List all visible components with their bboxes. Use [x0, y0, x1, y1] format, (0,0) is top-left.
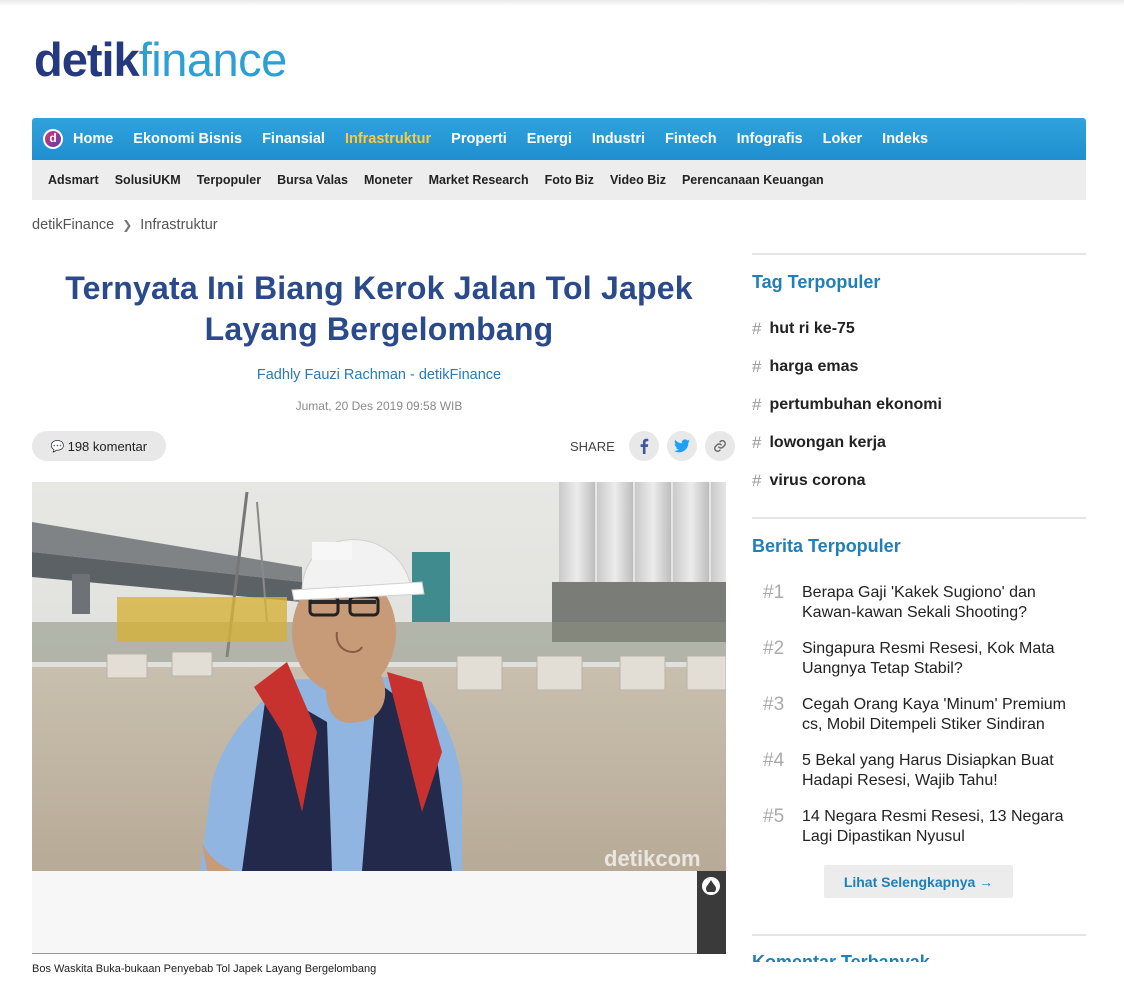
breadcrumb-item[interactable]: detikFinance: [32, 217, 114, 233]
subnav-item[interactable]: Terpopuler: [197, 173, 261, 187]
news-item[interactable]: #2 Singapura Resmi Resesi, Kok Mata Uangn…: [752, 639, 1086, 679]
nav-item-properti[interactable]: Properti: [451, 131, 507, 147]
article-author[interactable]: Fadhly Fauzi Rachman - detikFinance: [32, 367, 726, 383]
tag-list: # hut ri ke-75 # harga emas # pertumbuhan e…: [752, 310, 1086, 500]
tag-section-title: Tag Terpopuler: [752, 272, 881, 292]
subnav-item[interactable]: Video Biz: [610, 173, 666, 187]
comments-button[interactable]: 💬 198 komentar: [32, 431, 166, 461]
ad-badge[interactable]: [697, 871, 726, 954]
nav-item-indeks[interactable]: Indeks: [882, 131, 928, 147]
news-rank: #3: [763, 694, 785, 715]
subnav-item[interactable]: Perencanaan Keuangan: [682, 173, 824, 187]
comment-icon: 💬: [50, 440, 65, 453]
news-rank: #1: [763, 582, 785, 603]
nav-item-fintech[interactable]: Fintech: [665, 131, 717, 147]
tag-item[interactable]: # harga emas: [752, 348, 1086, 386]
chevron-right-icon: ❯: [122, 218, 133, 232]
nav-item-home[interactable]: Home: [73, 131, 113, 147]
logo-finance: finance: [138, 33, 288, 86]
main-nav: d Home Ekonomi Bisnis Finansial Infrastr…: [32, 118, 1086, 160]
nav-item-industri[interactable]: Industri: [592, 131, 645, 147]
tag-item[interactable]: # lowongan kerja: [752, 424, 1086, 462]
subnav-item[interactable]: Adsmart: [48, 173, 99, 187]
article-photo[interactable]: detikcom: [32, 482, 726, 871]
sidebar: Tag Terpopuler # hut ri ke-75 # harga emas…: [752, 253, 1086, 962]
share-label: SHARE: [570, 438, 615, 454]
news-section-title: Berita Terpopuler: [752, 536, 901, 556]
nav-item-loker[interactable]: Loker: [823, 131, 863, 147]
tag-item[interactable]: # virus corona: [752, 462, 1086, 500]
divider: [752, 517, 1086, 519]
comments-count: 198 komentar: [67, 438, 148, 454]
tag-item[interactable]: # hut ri ke-75: [752, 310, 1086, 348]
news-item[interactable]: #5 14 Negara Resmi Resesi, 13 Negara Lagi…: [752, 807, 1086, 847]
news-item[interactable]: #1 Berapa Gaji 'Kakek Sugiono' dan Kawan-…: [752, 583, 1086, 623]
sub-nav: Adsmart SolusiUKM Terpopuler Bursa Valas…: [32, 160, 1086, 200]
subnav-item[interactable]: Foto Biz: [545, 173, 594, 187]
tag-item[interactable]: # pertumbuhan ekonomi: [752, 386, 1086, 424]
detikfinance-logo[interactable]: detikfinance: [34, 34, 287, 86]
hash-icon: #: [752, 433, 762, 452]
nav-item-infrastruktur[interactable]: Infrastruktur: [345, 131, 431, 147]
subnav-item[interactable]: Bursa Valas: [277, 173, 348, 187]
news-title: Berapa Gaji 'Kakek Sugiono' dan Kawan-ka…: [802, 584, 1036, 621]
subnav-item[interactable]: Market Research: [429, 173, 529, 187]
next-section-title: Komentar Terbanyak: [752, 952, 930, 962]
nav-item-energi[interactable]: Energi: [527, 131, 572, 147]
hash-icon: #: [752, 319, 762, 338]
share-bar: SHARE: [570, 431, 735, 461]
news-rank: #2: [763, 638, 785, 659]
nav-item-ekonomi-bisnis[interactable]: Ekonomi Bisnis: [133, 131, 242, 147]
divider: [752, 253, 1086, 255]
news-item[interactable]: #3 Cegah Orang Kaya 'Minum' Premium cs, M…: [752, 695, 1086, 735]
article-date: Jumat, 20 Des 2019 09:58 WIB: [295, 399, 463, 413]
news-title: 5 Bekal yang Harus Disiapkan Buat Hadapi…: [802, 752, 1054, 789]
photo-caption: Bos Waskita Buka-bukaan Penyebab Tol Jap…: [32, 963, 377, 975]
news-title: Singapura Resmi Resesi, Kok Mata Uangnya…: [802, 640, 1055, 677]
facebook-share-button[interactable]: [628, 431, 659, 461]
link-icon: [713, 440, 726, 452]
nav-item-finansial[interactable]: Finansial: [262, 131, 325, 147]
detik-d-icon[interactable]: d: [43, 129, 63, 149]
photo-watermark: detikcom: [604, 846, 701, 871]
article-photo-illustration: detikcom: [32, 482, 726, 871]
hash-icon: #: [752, 471, 762, 490]
subnav-item[interactable]: SolusiUKM: [115, 173, 181, 187]
news-rank: #5: [763, 806, 785, 827]
facebook-icon: [640, 438, 649, 454]
subnav-item[interactable]: Moneter: [364, 173, 413, 187]
twitter-share-button[interactable]: [666, 431, 697, 461]
ad-info-icon[interactable]: [702, 877, 720, 895]
news-title: Cegah Orang Kaya 'Minum' Premium cs, Mob…: [802, 696, 1066, 733]
breadcrumb-item[interactable]: Infrastruktur: [140, 217, 217, 233]
article-title: Ternyata Ini Biang Kerok Jalan Tol Japek…: [65, 270, 693, 347]
news-item[interactable]: #4 5 Bekal yang Harus Disiapkan Buat Hada…: [752, 751, 1086, 791]
news-rank: #4: [763, 750, 785, 771]
top-shadow: [0, 0, 1124, 6]
copy-link-button[interactable]: [704, 431, 735, 461]
nav-item-infografis[interactable]: Infografis: [737, 131, 803, 147]
hash-icon: #: [752, 357, 762, 376]
twitter-icon: [673, 439, 690, 453]
news-title: 14 Negara Resmi Resesi, 13 Negara Lagi D…: [802, 808, 1064, 845]
logo-detik: detik: [34, 33, 140, 86]
see-more-button[interactable]: Lihat Selengkapnya →: [824, 865, 1013, 898]
news-list: #1 Berapa Gaji 'Kakek Sugiono' dan Kawan-…: [752, 583, 1086, 847]
hash-icon: #: [752, 395, 762, 414]
photo-footer-ad: [32, 871, 726, 954]
divider: [752, 934, 1086, 936]
breadcrumb: detikFinance ❯ Infrastruktur: [32, 217, 218, 233]
